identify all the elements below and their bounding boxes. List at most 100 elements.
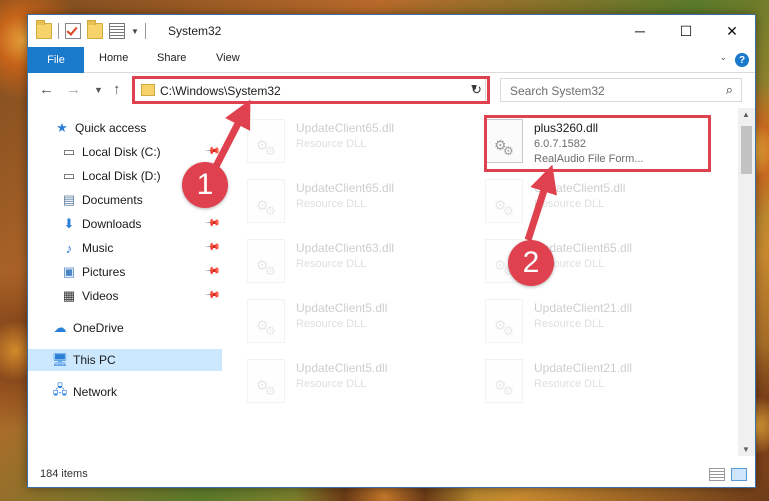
ribbon-tabs: File Home Share View ⌄ ? (28, 47, 755, 73)
minimize-button[interactable]: ─ (617, 15, 663, 47)
pin-icon[interactable]: 📌 (203, 263, 220, 280)
forward-arrow-icon[interactable]: → (66, 81, 81, 98)
scroll-thumb[interactable] (741, 126, 752, 174)
file-tile[interactable]: ⚙ ⚙ UpdateClient21.dll Resource DLL (471, 355, 701, 413)
toolbar-divider (58, 23, 59, 39)
customize-toolbar-icon[interactable] (109, 23, 125, 39)
step-1-badge: 1 (182, 162, 228, 208)
file-tile[interactable]: ⚙ ⚙ UpdateClient5.dll Resource DLL (471, 175, 701, 233)
file-tile[interactable]: ⚙ ⚙ UpdateClient65.dll Resource DLL (233, 175, 463, 233)
sidebar-item-label: Pictures (82, 265, 126, 279)
sidebar-item-label: Music (82, 241, 114, 255)
dll-file-icon: ⚙ ⚙ (485, 179, 523, 223)
dll-file-icon: ⚙ ⚙ (247, 119, 285, 163)
file-tile[interactable]: ⚙ ⚙ UpdateClient63.dll Resource DLL (233, 235, 463, 293)
dll-file-icon: ⚙ ⚙ (247, 359, 285, 403)
file-type: Resource DLL (534, 198, 605, 210)
network-icon: 🖧 (52, 382, 68, 397)
file-name: UpdateClient65.dll (296, 181, 395, 195)
file-name: UpdateClient21.dll (534, 361, 633, 375)
title-bar: ▼ System32 ─ ☐ ✕ (28, 15, 755, 47)
file-tile[interactable]: ⚙ ⚙ UpdateClient65.dll Resource DLL (471, 235, 701, 293)
drive-icon: ▭ (62, 168, 76, 183)
sidebar-item-label: OneDrive (73, 321, 124, 335)
recent-locations-icon[interactable]: ▼ (94, 85, 103, 95)
step-2-badge: 2 (508, 240, 554, 286)
file-type: Resource DLL (534, 318, 605, 330)
sidebar-item-quick-access[interactable]: ★ Quick access (28, 117, 222, 139)
toolbar-divider (144, 23, 146, 39)
cloud-icon: ☁ (53, 320, 67, 335)
maximize-button[interactable]: ☐ (663, 15, 709, 47)
sidebar-item-music[interactable]: ♪ Music 📌 (28, 237, 222, 259)
file-name: UpdateClient5.dll (296, 301, 388, 315)
sidebar-item-onedrive[interactable]: ☁ OneDrive (28, 317, 222, 339)
sidebar-item-label: Videos (82, 289, 119, 303)
address-highlight-box (132, 76, 490, 104)
file-type: Resource DLL (296, 198, 367, 210)
file-name: UpdateClient5.dll (534, 181, 626, 195)
file-type: Resource DLL (534, 378, 605, 390)
file-type: Resource DLL (296, 378, 367, 390)
search-icon[interactable]: ⌕ (726, 82, 733, 98)
pin-icon[interactable]: 📌 (203, 215, 220, 232)
file-tile[interactable]: ⚙ ⚙ UpdateClient5.dll Resource DLL (233, 355, 463, 413)
file-tile[interactable]: ⚙ ⚙ UpdateClient65.dll Resource DLL (233, 115, 463, 173)
file-type: Resource DLL (296, 258, 367, 270)
music-icon: ♪ (65, 240, 73, 256)
videos-icon: ▦ (62, 288, 76, 303)
sidebar-item-label: Downloads (82, 217, 142, 231)
file-name: UpdateClient65.dll (296, 121, 395, 135)
pin-icon[interactable]: 📌 (203, 287, 220, 304)
tab-home[interactable]: Home (99, 52, 128, 64)
file-tile[interactable]: ⚙ ⚙ UpdateClient21.dll Resource DLL (471, 295, 701, 353)
tab-view[interactable]: View (216, 52, 240, 64)
file-explorer-window: ▼ System32 ─ ☐ ✕ File Home Share View ⌄ … (27, 14, 756, 488)
large-icons-view-icon[interactable] (731, 468, 747, 481)
sidebar-item-network[interactable]: 🖧 Network (28, 381, 222, 403)
computer-icon: 🖥 (51, 352, 69, 367)
scroll-down-icon[interactable]: ▼ (742, 445, 750, 454)
vertical-scrollbar[interactable]: ▲ ▼ (738, 108, 755, 456)
item-count: 184 items (40, 468, 88, 480)
scroll-up-icon[interactable]: ▲ (742, 110, 750, 119)
sidebar-item-videos[interactable]: ▦ Videos 📌 (28, 285, 222, 307)
pin-icon[interactable]: 📌 (203, 143, 220, 160)
star-icon: ★ (56, 120, 68, 135)
file-name: UpdateClient21.dll (534, 301, 633, 315)
up-arrow-icon[interactable]: ↑ (113, 81, 121, 98)
navigation-pane: ★ Quick access ▭ Local Disk (C:) 📌 ▭ Loc… (28, 113, 222, 443)
file-type: Resource DLL (296, 138, 367, 150)
sidebar-item-label: Documents (82, 193, 143, 207)
sidebar-item-local-disk-c[interactable]: ▭ Local Disk (C:) 📌 (28, 141, 222, 163)
new-folder-icon[interactable] (87, 20, 103, 39)
sidebar-item-this-pc[interactable]: 🖥 This PC (28, 349, 222, 371)
status-bar: 184 items (28, 463, 755, 487)
search-input[interactable]: Search System32 ⌕ (500, 78, 742, 102)
toolbar-dropdown-icon[interactable]: ▼ (131, 27, 139, 36)
download-icon: ⬇ (63, 216, 75, 231)
tab-share[interactable]: Share (157, 52, 186, 64)
documents-icon: ▤ (62, 192, 76, 207)
details-view-icon[interactable] (709, 468, 725, 481)
expand-ribbon-icon[interactable]: ⌄ (719, 52, 727, 63)
close-button[interactable]: ✕ (709, 15, 755, 47)
sidebar-item-pictures[interactable]: ▣ Pictures 📌 (28, 261, 222, 283)
window-controls: ─ ☐ ✕ (617, 15, 755, 47)
help-icon[interactable]: ? (735, 53, 749, 67)
pin-icon[interactable]: 📌 (203, 239, 220, 256)
navigation-bar: ← → ▼ ↑ C:\Windows\System32 ▼ ↻ Search S… (28, 73, 755, 108)
sidebar-item-downloads[interactable]: ⬇ Downloads 📌 (28, 213, 222, 235)
drive-icon: ▭ (62, 144, 76, 159)
tab-file[interactable]: File (28, 47, 84, 73)
dll-file-icon: ⚙ ⚙ (247, 239, 285, 283)
sidebar-item-label: This PC (73, 353, 116, 367)
folder-icon (36, 20, 52, 39)
search-placeholder: Search System32 (510, 84, 605, 98)
pictures-icon: ▣ (62, 264, 76, 279)
file-name: UpdateClient63.dll (296, 241, 395, 255)
file-tile[interactable]: ⚙ ⚙ UpdateClient5.dll Resource DLL (233, 295, 463, 353)
back-arrow-icon[interactable]: ← (39, 81, 54, 98)
file-name: UpdateClient5.dll (296, 361, 388, 375)
properties-check-icon[interactable] (65, 23, 81, 39)
